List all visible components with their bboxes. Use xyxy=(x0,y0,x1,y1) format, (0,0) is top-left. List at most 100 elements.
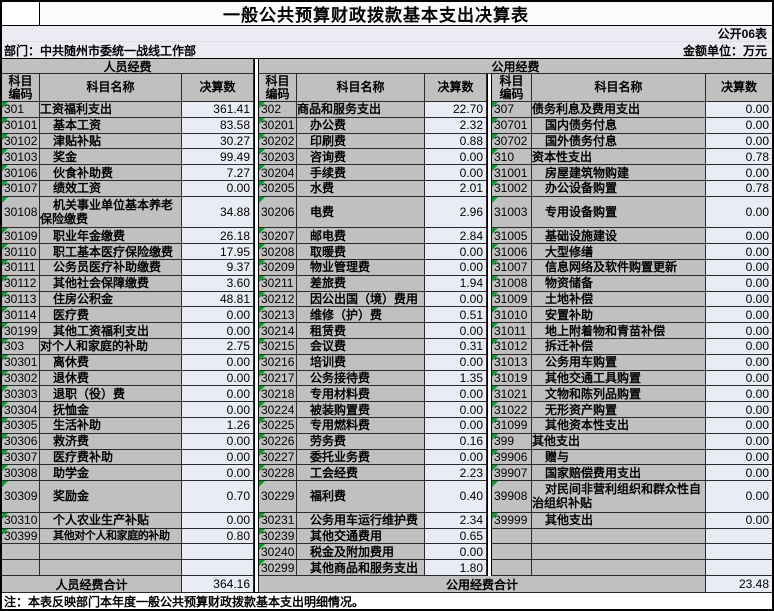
amount-cell[interactable]: 0.00 xyxy=(706,481,772,513)
corner-cell[interactable] xyxy=(2,2,40,26)
subject-name-cell[interactable]: 地上附着物和青苗补偿 xyxy=(532,323,706,339)
subject-name-cell[interactable]: 办公费 xyxy=(297,118,425,134)
amount-cell[interactable]: 0.51 xyxy=(425,307,487,323)
amount-cell[interactable]: 1.80 xyxy=(425,560,487,576)
subject-code-cell[interactable]: 30214 xyxy=(259,323,297,339)
amount-cell[interactable]: 0.00 xyxy=(706,118,772,134)
subject-name-cell[interactable]: 其他工资福利支出 xyxy=(40,323,182,339)
subject-name-cell[interactable]: 其他支出 xyxy=(532,434,706,450)
subject-code-cell[interactable]: 31010 xyxy=(492,307,532,323)
subject-code-cell[interactable]: 30209 xyxy=(259,260,297,276)
subject-code-cell[interactable]: 30109 xyxy=(2,228,40,244)
amount-cell[interactable]: 0.00 xyxy=(706,402,772,418)
amount-cell[interactable]: 99.49 xyxy=(182,149,254,165)
subject-name-cell[interactable]: 取暖费 xyxy=(297,244,425,260)
subject-name-cell[interactable]: 信息网络及软件购置更新 xyxy=(532,260,706,276)
subject-name-cell[interactable]: 因公出国（境）费用 xyxy=(297,292,425,308)
subject-name-cell[interactable]: 其他交通工具购置 xyxy=(532,371,706,387)
amount-cell[interactable]: 17.95 xyxy=(182,244,254,260)
subject-code-cell[interactable]: 39908 xyxy=(492,481,532,513)
subject-name-cell[interactable] xyxy=(532,560,706,576)
subject-name-cell[interactable]: 医疗费 xyxy=(40,307,182,323)
amount-cell[interactable]: 0.00 xyxy=(706,323,772,339)
subject-code-cell[interactable]: 31007 xyxy=(492,260,532,276)
subject-code-cell[interactable]: 31022 xyxy=(492,402,532,418)
amount-cell[interactable]: 0.00 xyxy=(706,260,772,276)
amount-cell[interactable]: 0.00 xyxy=(706,292,772,308)
subject-name-cell[interactable]: 公务员医疗补助缴费 xyxy=(40,260,182,276)
subject-name-cell[interactable]: 大型修缮 xyxy=(532,244,706,260)
amount-cell[interactable]: 0.65 xyxy=(425,529,487,545)
amount-cell[interactable]: 0.00 xyxy=(182,386,254,402)
subject-name-cell[interactable]: 国家赔偿费用支出 xyxy=(532,465,706,481)
subject-name-cell[interactable]: 医疗费补助 xyxy=(40,450,182,466)
subject-name-cell[interactable]: 个人农业生产补贴 xyxy=(40,513,182,529)
subject-code-cell[interactable] xyxy=(492,560,532,576)
subject-name-cell[interactable]: 绩效工资 xyxy=(40,181,182,197)
subject-code-cell[interactable]: 31012 xyxy=(492,339,532,355)
amount-cell[interactable]: 30.27 xyxy=(182,134,254,150)
subject-name-cell[interactable]: 职业年金缴费 xyxy=(40,228,182,244)
subject-name-cell[interactable]: 专用燃料费 xyxy=(297,418,425,434)
amount-cell[interactable]: 361.41 xyxy=(182,102,254,118)
subject-name-cell[interactable]: 退休费 xyxy=(40,371,182,387)
amount-cell[interactable]: 0.00 xyxy=(425,450,487,466)
subject-code-cell[interactable]: 30203 xyxy=(259,149,297,165)
amount-cell[interactable]: 0.00 xyxy=(706,197,772,229)
subject-name-cell[interactable]: 其他资本性支出 xyxy=(532,418,706,434)
subject-code-cell[interactable]: 31021 xyxy=(492,386,532,402)
header-amount[interactable]: 决算数 xyxy=(182,74,254,102)
subject-code-cell[interactable]: 31006 xyxy=(492,244,532,260)
subject-name-cell[interactable]: 其他对个人和家庭的补助 xyxy=(40,529,182,545)
subject-name-cell[interactable]: 生活补助 xyxy=(40,418,182,434)
subject-name-cell[interactable]: 租赁费 xyxy=(297,323,425,339)
subject-code-cell[interactable]: 30114 xyxy=(2,307,40,323)
subject-code-cell[interactable]: 39906 xyxy=(492,450,532,466)
subject-code-cell[interactable]: 30303 xyxy=(2,386,40,402)
amount-cell[interactable]: 0.80 xyxy=(182,529,254,545)
subject-code-cell[interactable]: 30229 xyxy=(259,481,297,513)
amount-cell[interactable]: 0.00 xyxy=(425,260,487,276)
subject-name-cell[interactable]: 津贴补贴 xyxy=(40,134,182,150)
subject-code-cell[interactable]: 30201 xyxy=(259,118,297,134)
subject-code-cell[interactable]: 30207 xyxy=(259,228,297,244)
amount-cell[interactable]: 0.00 xyxy=(706,307,772,323)
amount-cell[interactable]: 1.35 xyxy=(425,371,487,387)
subject-name-cell[interactable]: 赠与 xyxy=(532,450,706,466)
subject-name-cell[interactable] xyxy=(40,560,182,576)
header-subject-name[interactable]: 科目名称 xyxy=(532,74,706,102)
subject-code-cell[interactable] xyxy=(2,544,40,560)
subject-name-cell[interactable]: 其他支出 xyxy=(532,513,706,529)
subject-code-cell[interactable]: 31011 xyxy=(492,323,532,339)
subject-code-cell[interactable]: 30701 xyxy=(492,118,532,134)
subject-name-cell[interactable]: 国内债务付息 xyxy=(532,118,706,134)
header-amount[interactable]: 决算数 xyxy=(425,74,487,102)
subject-code-cell[interactable]: 310 xyxy=(492,149,532,165)
subject-name-cell[interactable]: 债务利息及费用支出 xyxy=(532,102,706,118)
subject-name-cell[interactable]: 委托业务费 xyxy=(297,450,425,466)
amount-cell[interactable]: 0.00 xyxy=(706,434,772,450)
amount-cell[interactable]: 0.00 xyxy=(425,544,487,560)
amount-cell[interactable]: 0.00 xyxy=(182,181,254,197)
subject-code-cell[interactable]: 30101 xyxy=(2,118,40,134)
subject-name-cell[interactable]: 被装购置费 xyxy=(297,402,425,418)
subject-name-cell[interactable]: 基础设施建设 xyxy=(532,228,706,244)
header-subject-code[interactable]: 科目编码 xyxy=(259,74,297,102)
subject-code-cell[interactable] xyxy=(2,560,40,576)
subject-code-cell[interactable]: 31002 xyxy=(492,181,532,197)
amount-cell[interactable]: 9.37 xyxy=(182,260,254,276)
subject-code-cell[interactable]: 30308 xyxy=(2,465,40,481)
subject-code-cell[interactable]: 30299 xyxy=(259,560,297,576)
subject-name-cell[interactable]: 电费 xyxy=(297,197,425,229)
subject-name-cell[interactable]: 维修（护）费 xyxy=(297,307,425,323)
subject-code-cell[interactable]: 30305 xyxy=(2,418,40,434)
amount-cell[interactable] xyxy=(706,544,772,560)
subject-name-cell[interactable]: 职工基本医疗保险缴费 xyxy=(40,244,182,260)
amount-cell[interactable] xyxy=(182,544,254,560)
amount-cell[interactable] xyxy=(182,560,254,576)
subject-name-cell[interactable]: 劳务费 xyxy=(297,434,425,450)
department-label[interactable]: 部门：中共随州市委统一战线工作部 xyxy=(4,42,196,59)
amount-cell[interactable]: 0.00 xyxy=(182,371,254,387)
subject-code-cell[interactable]: 31099 xyxy=(492,418,532,434)
amount-cell[interactable]: 0.00 xyxy=(706,386,772,402)
